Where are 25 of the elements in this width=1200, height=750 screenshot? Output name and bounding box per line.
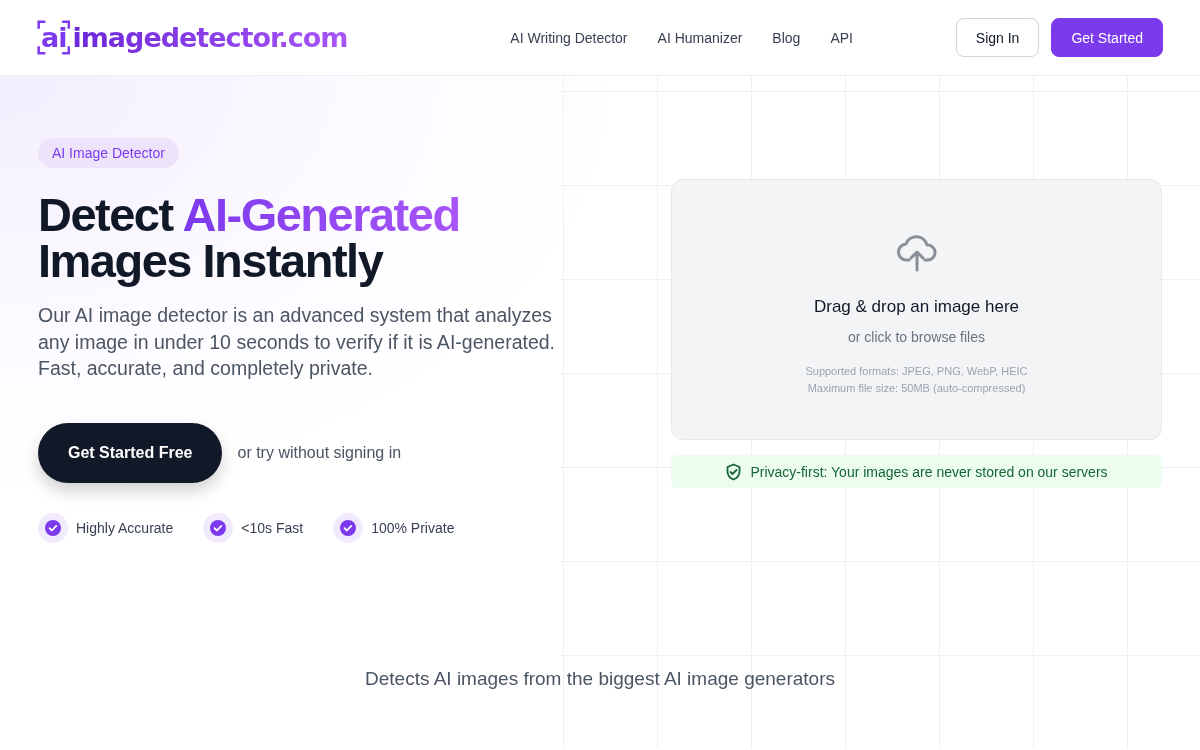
nav-link[interactable]: Blog [772,29,801,46]
cta-note: or try without signing in [237,443,402,462]
nav-link[interactable]: API [830,29,853,46]
dropzone-title: Drag & drop an image here [813,297,1020,317]
dropzone-subtitle: or click to browse files [848,329,985,345]
nav-link[interactable]: AI Writing Detector [510,29,628,46]
shield-check-icon [725,462,743,481]
get-started-free-button[interactable]: Get Started Free [38,422,223,483]
supported-formats-text: Supported formats: JPEG, PNG, WebP, HEIC [805,364,1028,379]
feature-label: <10s Fast [241,519,304,536]
generators-heading: Detects AI images from the biggest AI image generators [364,668,836,690]
privacy-text: Privacy-first: Your images are never stored on our servers [750,463,1108,480]
hero-description: Our AI image detector is an advanced system that analyzes any image in under 10 seconds to verify if it is AI-generated. Fast, accurate, and completely private. [38,303,557,381]
nav-link[interactable]: AI Humanizer [657,29,743,46]
check-circle-icon [38,512,68,543]
get-started-button[interactable]: Get Started [1051,18,1163,57]
check-circle-icon [203,512,234,543]
category-badge: AI Image Detector [38,138,179,168]
upload-dropzone[interactable]: Drag & drop an image here or click to browse files Supported formats: JPEG, PNG, WebP, HEIC Maximum file size: 50MB (auto-compressed) [671,179,1162,440]
max-size-text: Maximum file size: 50MB (auto-compressed) [806,381,1027,396]
feature-label: Highly Accurate [76,519,174,536]
check-circle-icon [333,512,364,543]
logo-mark: ai [37,22,71,53]
sign-in-button[interactable]: Sign In [955,18,1040,57]
feature-label: 100% Private [371,519,455,536]
